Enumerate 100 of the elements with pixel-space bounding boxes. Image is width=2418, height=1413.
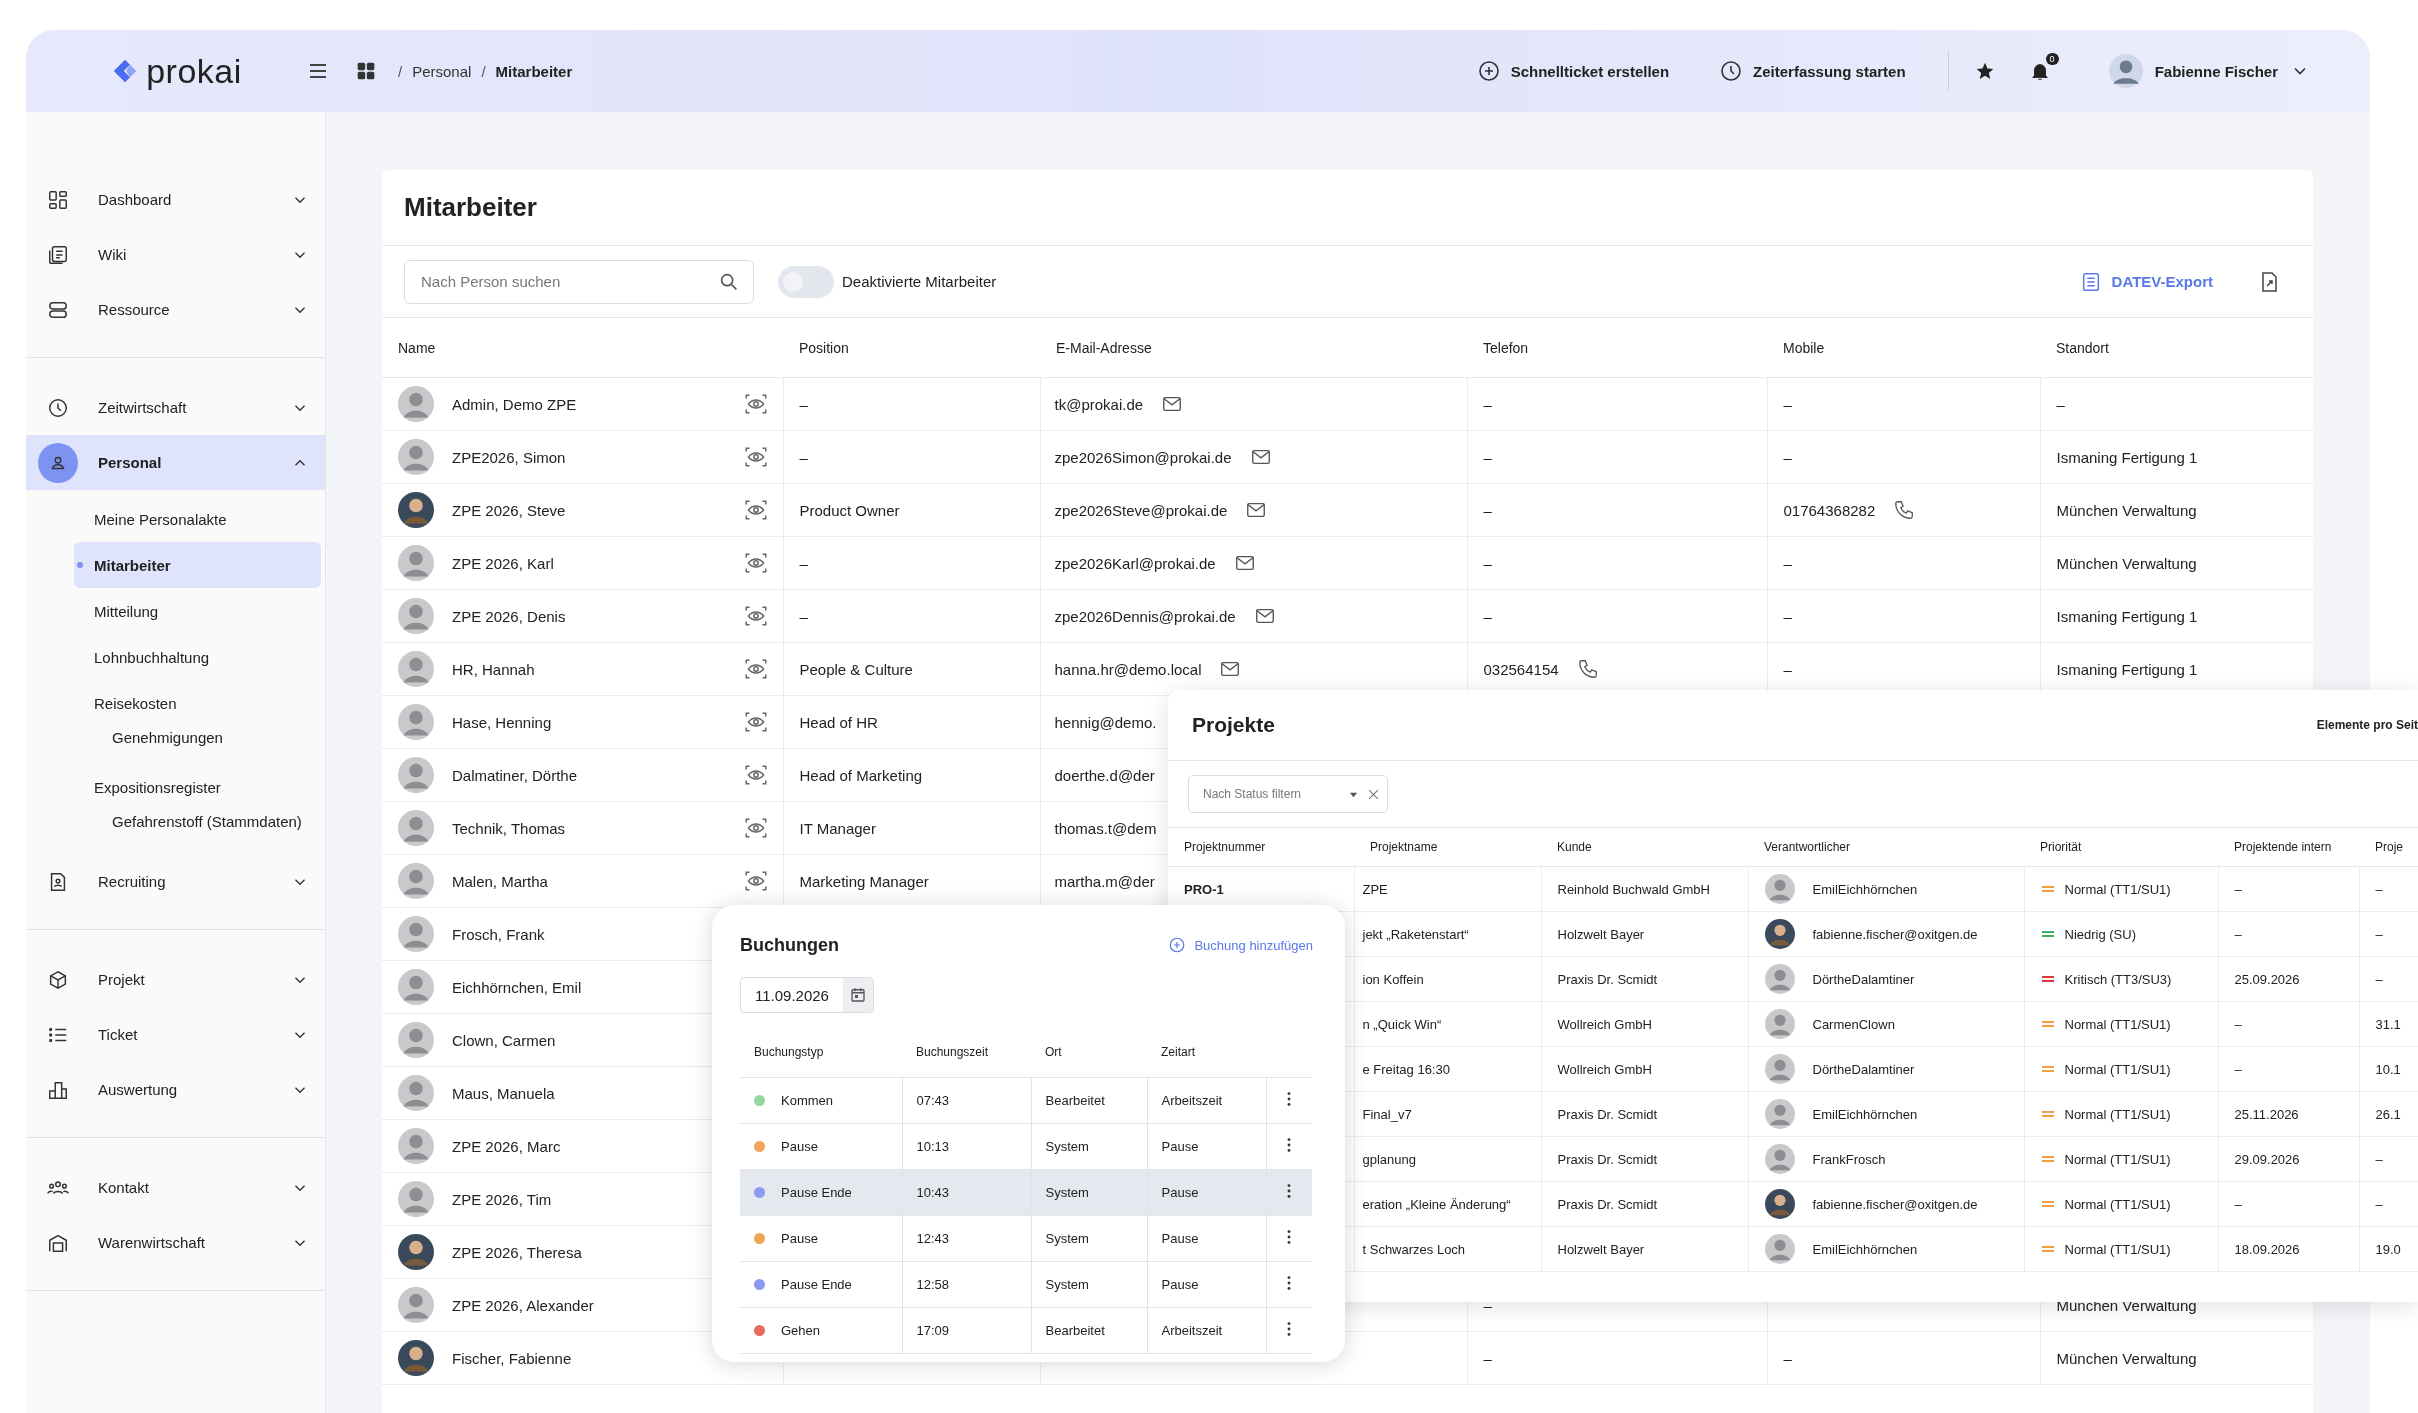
location-text: München Verwaltung <box>2056 1349 2197 1367</box>
employee-name[interactable]: ZPE2026, Simon <box>452 448 566 466</box>
column-header: Buchungstyp <box>740 1027 902 1078</box>
column-header: Projektende intern <box>2218 828 2359 867</box>
sidebar-item[interactable]: Dashboard <box>26 172 325 227</box>
date-text: – <box>2375 881 2383 897</box>
employee-name[interactable]: ZPE 2026, Marc <box>452 1137 561 1155</box>
booking-row[interactable]: Pause Ende 10:43 System Pause <box>740 1169 1312 1216</box>
owner-name: fabienne.fischer@oxitgen.de <box>1812 926 1978 942</box>
date-text: – <box>2375 971 2383 987</box>
owner-name: EmilEichhörnchen <box>1812 1106 1918 1122</box>
booking-row[interactable]: Pause 10:13 System Pause <box>740 1123 1312 1170</box>
status-filter-select[interactable]: Nach Status filtern <box>1188 775 1388 813</box>
employee-name[interactable]: Hase, Henning <box>452 713 552 731</box>
sidebar-item[interactable]: Personal <box>26 435 325 490</box>
time-type: Pause <box>1161 1185 1199 1200</box>
breadcrumb-link[interactable]: Personal <box>412 62 472 80</box>
project-name: n „Quick Win“ <box>1362 1016 1442 1032</box>
owner-name: FrankFrosch <box>1812 1151 1886 1167</box>
quick-ticket-button[interactable]: Schnellticket erstellen <box>1470 58 1676 84</box>
phone-icon[interactable] <box>1893 499 1916 521</box>
sidebar-item[interactable]: Warenwirtschaft <box>26 1215 325 1270</box>
employee-name[interactable]: Clown, Carmen <box>452 1031 556 1049</box>
more-icon[interactable] <box>1285 1320 1292 1338</box>
booking-source: Bearbeitet <box>1045 1093 1105 1108</box>
booking-type: Gehen <box>781 1323 821 1338</box>
location-text: Ismaning Fertigung 1 <box>2056 607 2198 625</box>
employee-name[interactable]: Malen, Martha <box>452 872 548 890</box>
employee-name[interactable]: ZPE 2026, Tim <box>452 1190 552 1208</box>
booking-time: 10:43 <box>916 1185 950 1200</box>
email-text: zpe2026Karl@prokai.de <box>1054 554 1216 572</box>
time-type: Pause <box>1161 1139 1199 1154</box>
submenu-item[interactable]: Lohnbuchhaltung <box>74 634 321 680</box>
document-icon <box>47 243 69 266</box>
column-header: Mobile <box>1767 318 2040 378</box>
more-icon[interactable] <box>1285 1274 1292 1292</box>
submenu-item[interactable]: Mitarbeiter <box>74 542 321 588</box>
employee-name[interactable]: Eichhörnchen, Emil <box>452 978 582 996</box>
column-header: Zeitart <box>1147 1027 1266 1078</box>
clear-icon[interactable] <box>1368 788 1379 800</box>
employee-name[interactable]: HR, Hannah <box>452 660 535 678</box>
mobile-text: – <box>1783 660 1792 678</box>
booking-row[interactable]: Pause Ende 12:58 System Pause <box>740 1261 1312 1308</box>
user-name[interactable]: Fabienne Fischer <box>2154 62 2278 80</box>
phone-icon[interactable] <box>1576 658 1599 680</box>
grid-icon[interactable] <box>356 61 376 81</box>
booking-type: Pause Ende <box>781 1277 852 1292</box>
sidebar-item[interactable]: Auswertung <box>26 1062 325 1117</box>
booking-time: 10:13 <box>916 1139 950 1154</box>
more-icon[interactable] <box>1285 1228 1292 1246</box>
employee-name[interactable]: ZPE 2026, Theresa <box>452 1243 582 1261</box>
sidebar-item[interactable]: Kontakt <box>26 1160 325 1215</box>
email-text: hennig@demo. <box>1054 713 1157 731</box>
submenu-item[interactable]: Mitteilung <box>74 588 321 634</box>
phone-text: – <box>1483 1296 1492 1314</box>
notification-badge: 0 <box>2045 53 2059 65</box>
more-icon[interactable] <box>1285 1090 1292 1108</box>
employee-name[interactable]: ZPE 2026, Steve <box>452 501 566 519</box>
star-icon[interactable] <box>1974 61 1995 81</box>
time-tracking-button[interactable]: Zeiterfassung starten <box>1713 58 1912 84</box>
employee-name[interactable]: Maus, Manuela <box>452 1084 555 1102</box>
more-icon[interactable] <box>1285 1136 1292 1154</box>
column-header: Projektname <box>1354 828 1541 867</box>
booking-row[interactable]: Kommen 07:43 Bearbeitet Arbeitszeit <box>740 1077 1312 1124</box>
position-text: – <box>799 607 808 625</box>
toggle-label: Deaktivierte Mitarbeiter <box>842 273 997 290</box>
booking-time: 12:43 <box>916 1231 950 1246</box>
employee-name[interactable]: Technik, Thomas <box>452 819 566 837</box>
sidebar-item[interactable]: Projekt <box>26 952 325 1007</box>
employee-name[interactable]: Fischer, Fabienne <box>452 1349 572 1367</box>
export-link[interactable]: DATEV-Export <box>2079 270 2213 293</box>
booking-row[interactable]: Pause 12:43 System Pause <box>740 1215 1312 1262</box>
employee-name[interactable]: ZPE 2026, Alexander <box>452 1296 594 1314</box>
toggle-switch[interactable] <box>778 265 834 298</box>
sidebar-item[interactable]: Wiki <box>26 227 325 282</box>
sidebar-item[interactable]: Ticket <box>26 1007 325 1062</box>
breadcrumb-separator: / <box>398 62 403 80</box>
employee-name[interactable]: ZPE 2026, Denis <box>452 607 566 625</box>
sidebar-item[interactable]: Recruiting <box>26 854 325 909</box>
position-text: Head of Marketing <box>799 766 923 784</box>
employee-name[interactable]: Dalmatiner, Dörthe <box>452 766 578 784</box>
plus-circle-icon <box>1168 936 1187 954</box>
booking-source: System <box>1045 1277 1089 1292</box>
date-text: 31.1 <box>2375 1016 2401 1032</box>
add-booking-link[interactable]: Buchung hinzufügen <box>1168 936 1313 954</box>
submenu-item[interactable]: Meine Personalakte <box>74 496 321 542</box>
employee-name[interactable]: ZPE 2026, Karl <box>452 554 554 572</box>
sidebar-item[interactable]: Zeitwirtschaft <box>26 380 325 435</box>
email-text: zpe2026Dennis@prokai.de <box>1054 607 1236 625</box>
employee-name[interactable]: Frosch, Frank <box>452 925 545 943</box>
grid-icon <box>47 188 69 211</box>
booking-row[interactable]: Gehen 17:09 Bearbeitet Arbeitszeit <box>740 1307 1312 1354</box>
customer-name: Praxis Dr. Scmidt <box>1557 971 1658 987</box>
customer-name: Holzwelt Bayer <box>1557 1241 1645 1257</box>
position-text: – <box>799 554 808 572</box>
search-field[interactable]: Nach Person suchen <box>404 259 754 304</box>
employee-name[interactable]: Admin, Demo ZPE <box>452 395 577 413</box>
more-icon[interactable] <box>1285 1182 1292 1200</box>
sidebar-item[interactable]: Ressource <box>26 282 325 337</box>
booking-time: 07:43 <box>916 1093 950 1108</box>
